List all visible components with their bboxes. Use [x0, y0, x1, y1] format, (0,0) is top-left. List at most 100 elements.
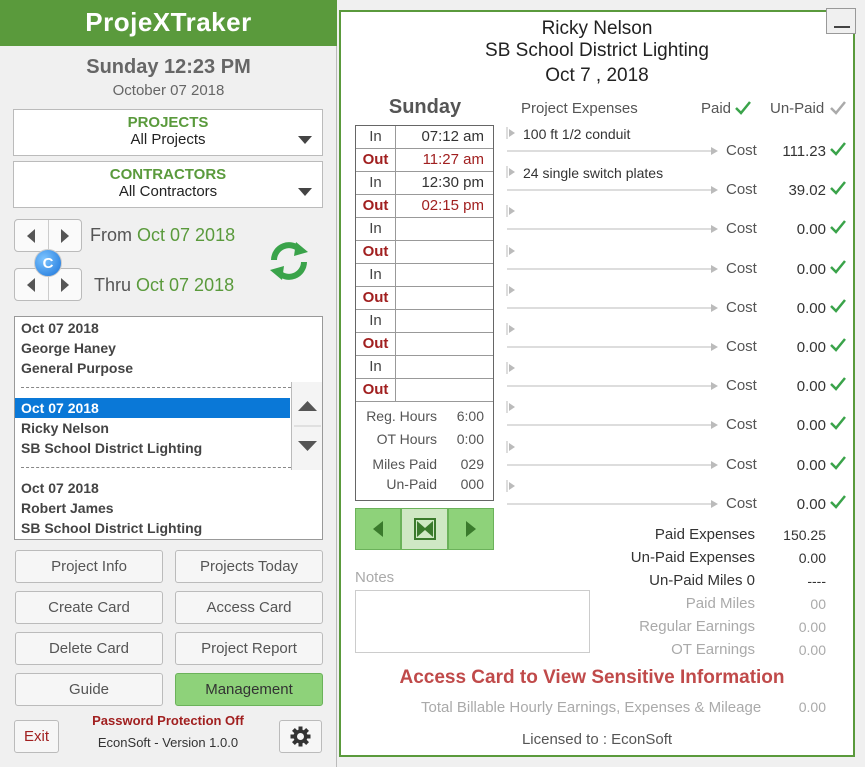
cost-label: Cost [726, 142, 757, 159]
list-item[interactable]: Oct 07 2018 George Haney General Purpose [15, 318, 290, 378]
time-row[interactable]: Out 02:15 pm [356, 195, 493, 218]
paid-check-icon[interactable] [830, 337, 846, 353]
settings-button[interactable] [279, 720, 322, 753]
card-date: Oct 07 2018 [21, 320, 99, 336]
current-day-time: Sunday 12:23 PM [86, 56, 251, 78]
divider [21, 387, 291, 388]
close-card-button[interactable] [401, 508, 448, 550]
notes-textarea[interactable] [355, 590, 590, 653]
time-entries-table: In 07:12 am Out 11:27 am In 12:30 pm Out 02:… [355, 125, 494, 501]
from-prev-button[interactable] [15, 220, 48, 251]
prev-card-button[interactable] [355, 508, 401, 550]
cost-label: Cost [726, 416, 757, 434]
ot-hours-value: 0:00 [456, 431, 484, 447]
projects-today-button[interactable]: Projects Today [175, 550, 323, 583]
time-row[interactable]: Out [356, 241, 493, 264]
card-list[interactable]: Oct 07 2018 George Haney General Purpose… [14, 316, 323, 540]
paid-check-icon[interactable] [830, 180, 846, 196]
management-button[interactable]: Management [175, 673, 323, 706]
expense-description: 24 single switch plates [523, 165, 664, 182]
time-value [396, 356, 493, 378]
summary-label: OT Earnings [671, 641, 755, 658]
divider [21, 467, 291, 468]
list-item-selected[interactable]: Oct 07 2018 Ricky Nelson SB School Distr… [15, 398, 290, 458]
expense-connector-icon [506, 479, 718, 508]
access-card-message: Access Card to View Sensitive Informatio… [399, 667, 785, 688]
reg-hours-label: Reg. Hours [366, 408, 437, 424]
card-name: Robert James [21, 500, 114, 516]
arrow-right-icon [466, 521, 476, 537]
contractors-value: All Contractors [118, 183, 218, 200]
expense-description: 100 ft 1/2 conduit [523, 126, 631, 142]
card-project: General Purpose [21, 360, 134, 376]
time-kind: In [356, 172, 396, 194]
time-kind: Out [356, 333, 396, 355]
time-row[interactable]: In [356, 310, 493, 333]
time-kind: In [356, 264, 396, 286]
time-row[interactable]: In 07:12 am [356, 126, 493, 149]
contractors-dropdown[interactable]: CONTRACTORS All Contractors [13, 161, 323, 208]
time-value [396, 379, 493, 401]
paid-check-icon[interactable] [830, 494, 846, 510]
from-next-button[interactable] [47, 220, 81, 251]
clear-range-button[interactable]: C [34, 249, 62, 277]
list-scroll[interactable] [291, 382, 322, 470]
time-row[interactable]: In [356, 356, 493, 379]
paid-check-icon[interactable] [830, 298, 846, 314]
paid-check-icon[interactable] [830, 259, 846, 275]
summary-label: Regular Earnings [639, 618, 755, 635]
create-card-button[interactable]: Create Card [15, 591, 163, 624]
refresh-button[interactable] [266, 238, 312, 284]
time-row[interactable]: Out [356, 287, 493, 310]
close-icon [413, 518, 436, 540]
thru-date: Oct 07 2018 [136, 275, 235, 295]
arrow-right-icon [60, 228, 69, 243]
time-row[interactable]: Out 11:27 am [356, 149, 493, 172]
card-navigation [355, 508, 494, 550]
time-value [396, 310, 493, 332]
cost-value: 0.00 [796, 339, 826, 356]
project-report-button[interactable]: Project Report [175, 632, 323, 665]
projects-value: All Projects [130, 131, 206, 148]
project-info-button[interactable]: Project Info [15, 550, 163, 583]
cost-value: 39.02 [788, 182, 826, 200]
paid-check-icon[interactable] [830, 219, 846, 235]
paid-check-icon[interactable] [830, 415, 846, 431]
card-day: Sunday [388, 96, 462, 118]
expense-connector-icon [506, 205, 718, 234]
summary-label: Un-Paid Expenses [630, 549, 755, 566]
delete-card-button[interactable]: Delete Card [15, 632, 163, 665]
next-card-button[interactable] [448, 508, 494, 550]
summary-value: 150.25 [783, 527, 826, 543]
access-card-button[interactable]: Access Card [175, 591, 323, 624]
exit-button[interactable]: Exit [14, 720, 59, 753]
time-kind: Out [356, 379, 396, 401]
summary-label: Un-Paid Miles 0 [649, 572, 755, 589]
guide-button[interactable]: Guide [15, 673, 163, 706]
time-kind: In [356, 218, 396, 240]
arrow-left-icon [27, 228, 36, 243]
app-title: ProjeXTraker [0, 0, 337, 46]
paid-check-icon[interactable] [830, 376, 846, 392]
expenses-title: Project Expenses [521, 100, 638, 117]
paid-check-icon[interactable] [830, 141, 846, 157]
from-date-stepper [14, 219, 82, 252]
list-item[interactable]: Oct 07 2018 Robert James SB School Distr… [15, 478, 290, 538]
time-row[interactable]: In [356, 264, 493, 287]
time-kind: In [356, 126, 396, 148]
cost-label: Cost [726, 259, 757, 277]
time-row[interactable]: Out [356, 379, 493, 402]
time-row[interactable]: Out [356, 333, 493, 356]
current-date: October 07 2018 [112, 82, 225, 99]
time-row[interactable]: In 12:30 pm [356, 172, 493, 195]
summary-value: 00 [810, 596, 826, 612]
projects-dropdown[interactable]: PROJECTS All Projects [13, 109, 323, 156]
cost-value: 0.00 [796, 495, 826, 513]
paid-check-icon [735, 101, 751, 115]
summary-value: 0.00 [798, 642, 826, 658]
paid-check-icon[interactable] [830, 455, 846, 471]
arrow-left-icon [373, 521, 383, 537]
cost-value: 0.00 [796, 417, 826, 435]
chevron-down-icon [298, 188, 312, 196]
time-row[interactable]: In [356, 218, 493, 241]
